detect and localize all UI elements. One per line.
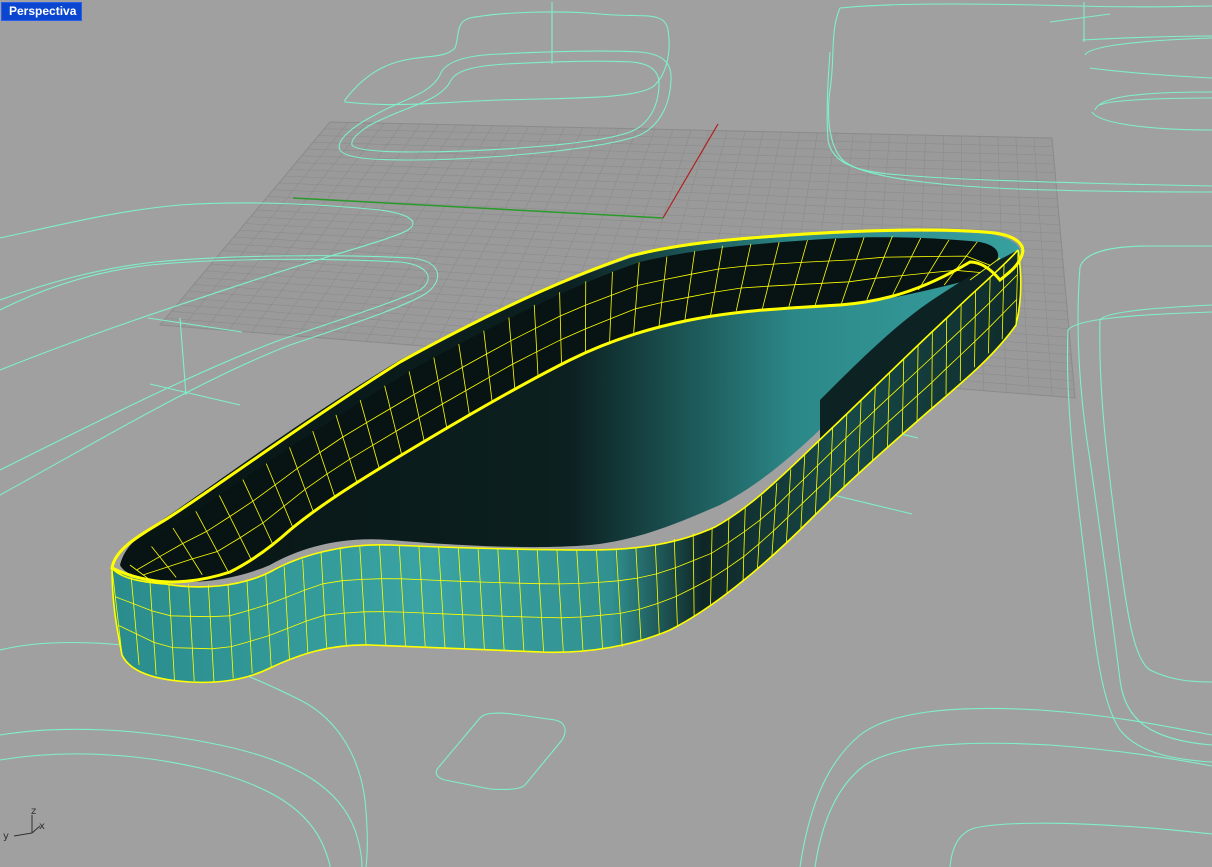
gizmo-x-label: x: [39, 821, 45, 832]
gizmo-z-label: z: [31, 806, 36, 817]
gizmo-y-label: y: [3, 831, 9, 842]
perspective-viewport[interactable]: z x y Perspectiva: [0, 0, 1212, 867]
viewport-title-tab[interactable]: Perspectiva: [1, 2, 83, 21]
world-axis-gizmo: z x y: [3, 806, 45, 842]
viewport-canvas[interactable]: z x y: [0, 0, 1212, 867]
